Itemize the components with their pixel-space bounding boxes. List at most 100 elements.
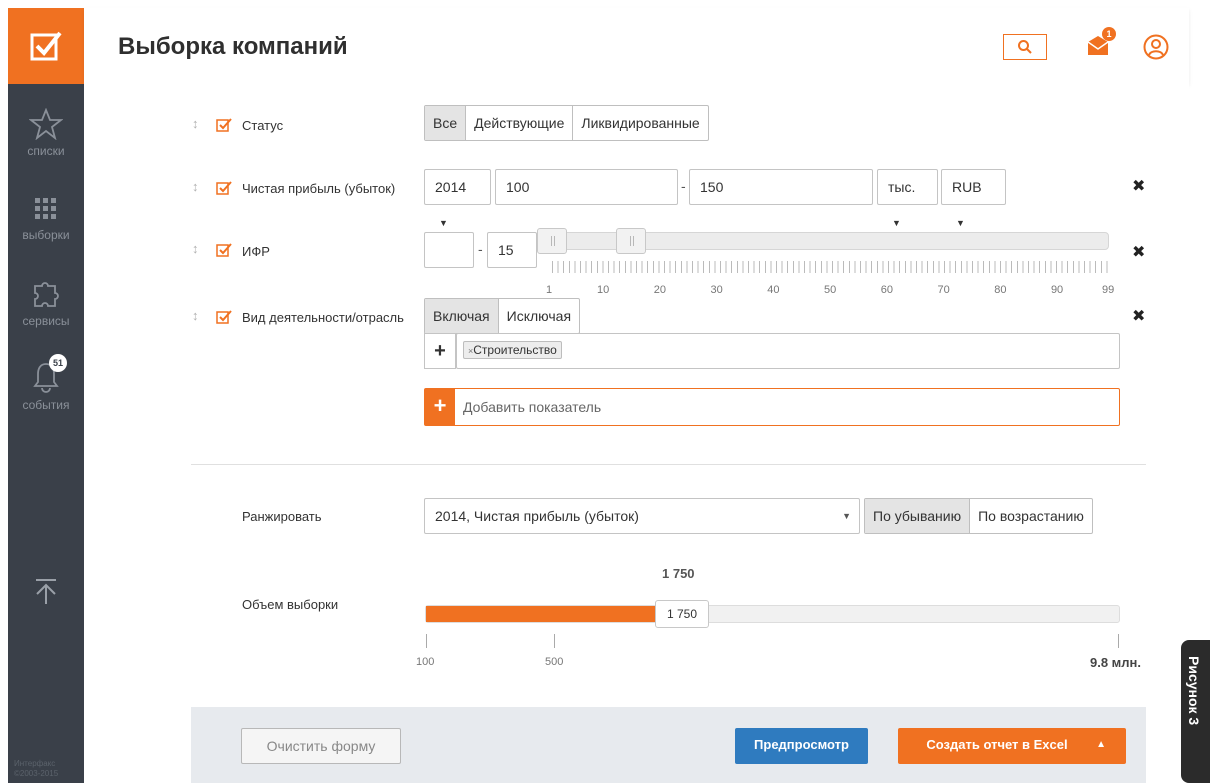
arrow-up-to-top-icon bbox=[36, 579, 56, 604]
scroll-top-button[interactable] bbox=[8, 576, 84, 610]
ifr-tick-label: 90 bbox=[1050, 284, 1064, 296]
events-badge: 51 bbox=[49, 354, 67, 372]
page-title: Выборка компаний bbox=[118, 33, 348, 60]
ifr-slider-ticks bbox=[552, 261, 1110, 273]
main-content: ↕ Статус Все Действующие Ликвидированные… bbox=[84, 84, 1189, 783]
app-logo[interactable] bbox=[8, 8, 84, 84]
ifr-tick-label: 10 bbox=[597, 284, 610, 296]
drag-handle-icon[interactable]: ↕ bbox=[192, 116, 199, 131]
status-option-liquidated[interactable]: Ликвидированные bbox=[573, 106, 707, 140]
volume-max-label: 9.8 млн. bbox=[1090, 655, 1142, 670]
copyright: Интерфакс ©2003-2015 bbox=[14, 759, 59, 778]
sidebar-item-lists[interactable]: списки bbox=[8, 108, 84, 158]
search-button[interactable] bbox=[1003, 34, 1047, 60]
profit-to-input[interactable]: 150 bbox=[689, 169, 873, 205]
chevron-down-icon: ▼ bbox=[842, 511, 851, 521]
order-ascending[interactable]: По возрастанию bbox=[970, 499, 1092, 533]
status-segmented-control: Все Действующие Ликвидированные bbox=[424, 105, 709, 141]
sidebar-item-label: списки bbox=[27, 144, 65, 158]
checkmark-logo-icon bbox=[30, 31, 62, 61]
ifr-tick-label: 50 bbox=[824, 284, 837, 296]
ifr-tick-label: 99 bbox=[1102, 284, 1115, 296]
volume-slider-fill bbox=[426, 606, 683, 622]
mail-badge: 1 bbox=[1102, 27, 1116, 41]
filter-label-ifr: ИФР bbox=[242, 244, 270, 259]
ifr-slider-low-handle[interactable] bbox=[537, 228, 567, 254]
status-option-all[interactable]: Все bbox=[425, 106, 467, 140]
ifr-tick-label: 20 bbox=[653, 284, 667, 296]
remove-filter-ifr-icon[interactable]: ✖ bbox=[1132, 242, 1145, 262]
section-divider bbox=[191, 464, 1146, 465]
checkbox-checked-icon[interactable] bbox=[216, 309, 232, 325]
filter-label-activity: Вид деятельности/отрасль bbox=[242, 310, 404, 325]
remove-filter-activity-icon[interactable]: ✖ bbox=[1132, 306, 1145, 326]
range-dash: - bbox=[478, 241, 483, 257]
drag-handle-icon[interactable]: ↕ bbox=[192, 179, 199, 194]
filter-label-status: Статус bbox=[242, 118, 284, 133]
sidebar-item-label: сервисы bbox=[22, 314, 70, 328]
ifr-tick-label: 80 bbox=[994, 284, 1007, 296]
activity-option-exclude[interactable]: Исключая bbox=[499, 299, 579, 333]
volume-label: Объем выборки bbox=[242, 597, 339, 612]
ifr-tick-label: 1 bbox=[546, 284, 553, 296]
preview-button[interactable]: Предпросмотр bbox=[735, 728, 868, 764]
clear-form-button[interactable]: Очистить форму bbox=[241, 728, 401, 764]
chevron-down-icon: ▼ bbox=[956, 218, 965, 228]
volume-tick-min bbox=[426, 634, 427, 648]
chevron-down-icon: ▼ bbox=[892, 218, 901, 228]
order-descending[interactable]: По убыванию bbox=[865, 499, 971, 533]
remove-filter-profit-icon[interactable]: ✖ bbox=[1132, 176, 1145, 196]
sidebar-item-label: события bbox=[22, 398, 70, 412]
ifr-tick-label: 30 bbox=[710, 284, 723, 296]
profit-unit-select[interactable]: тыс. ▼ bbox=[877, 169, 938, 228]
ifr-tick-label: 40 bbox=[767, 284, 780, 296]
sidebar-item-label: выборки bbox=[22, 228, 70, 242]
sidebar-item-selections[interactable]: выборки bbox=[8, 194, 84, 242]
drag-handle-icon[interactable]: ↕ bbox=[192, 308, 199, 323]
activity-option-include[interactable]: Включая bbox=[425, 299, 499, 333]
ifr-slider-high-handle[interactable] bbox=[616, 228, 647, 254]
ifr-tick-label: 60 bbox=[880, 284, 893, 296]
add-indicator-placeholder: Добавить показатель bbox=[463, 399, 602, 415]
checkbox-checked-icon[interactable] bbox=[216, 117, 232, 133]
search-icon bbox=[1018, 40, 1032, 54]
activity-segmented-control: Включая Исключая bbox=[424, 298, 581, 334]
chevron-up-icon[interactable]: ▲ bbox=[1096, 728, 1106, 762]
volume-min-label: 100 bbox=[416, 656, 435, 668]
volume-tick-mid bbox=[554, 634, 555, 648]
status-option-active[interactable]: Действующие bbox=[466, 106, 574, 140]
volume-slider[interactable] bbox=[425, 605, 1120, 623]
plus-icon[interactable]: + bbox=[425, 389, 455, 425]
sidebar-item-services[interactable]: сервисы bbox=[8, 278, 84, 328]
add-activity-button[interactable]: + bbox=[424, 333, 456, 369]
ifr-tick-label: 70 bbox=[937, 284, 950, 296]
checkbox-checked-icon[interactable] bbox=[216, 242, 232, 258]
ifr-to-input[interactable]: 15 bbox=[487, 232, 537, 268]
range-dash: - bbox=[681, 178, 686, 194]
profit-currency-select[interactable]: RUB ▼ bbox=[941, 169, 1006, 228]
activity-tag[interactable]: ×Строительство bbox=[463, 341, 562, 359]
sidebar: списки выборки сервисы 51 события Интерф… bbox=[8, 8, 84, 783]
figure-label: Рисунок 3 bbox=[1186, 656, 1202, 726]
user-profile-icon[interactable] bbox=[1142, 33, 1170, 61]
volume-top-value: 1 750 bbox=[662, 566, 695, 581]
ranking-label: Ранжировать bbox=[242, 509, 322, 524]
profit-from-input[interactable]: 100 bbox=[495, 169, 678, 205]
ifr-from-input[interactable] bbox=[424, 232, 474, 268]
action-footer: Очистить форму Предпросмотр Создать отче… bbox=[191, 707, 1146, 783]
ranking-select[interactable]: 2014, Чистая прибыль (убыток) ▼ bbox=[424, 498, 860, 534]
star-icon bbox=[29, 108, 63, 140]
add-indicator-field[interactable]: + Добавить показатель bbox=[424, 388, 1120, 426]
sidebar-item-events[interactable]: 51 события bbox=[8, 354, 84, 412]
drag-handle-icon[interactable]: ↕ bbox=[192, 241, 199, 256]
volume-mid-label: 500 bbox=[545, 656, 564, 668]
volume-slider-handle[interactable]: 1 750 bbox=[655, 600, 709, 628]
volume-tick-max bbox=[1118, 634, 1119, 648]
filter-label-profit: Чистая прибыль (убыток) bbox=[242, 181, 396, 196]
profit-year-select[interactable]: 2014 ▼ bbox=[424, 169, 491, 228]
header: Выборка компаний 1 bbox=[84, 8, 1189, 84]
checkbox-checked-icon[interactable] bbox=[216, 180, 232, 196]
grid-icon bbox=[35, 198, 56, 219]
ranking-order-control: По убыванию По возрастанию bbox=[864, 498, 1093, 534]
create-excel-report-button[interactable]: Создать отчет в Excel ▲ bbox=[898, 728, 1126, 764]
